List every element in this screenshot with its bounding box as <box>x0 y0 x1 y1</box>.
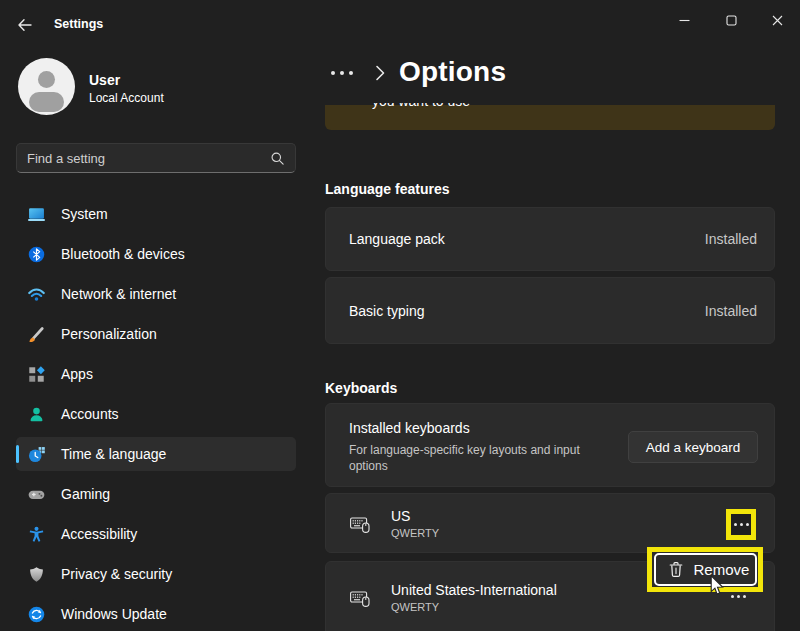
keyboard-name: United States-International <box>391 582 557 598</box>
avatar-body <box>29 92 64 112</box>
language-pack-status: Installed <box>705 231 757 247</box>
breadcrumb-chevron-icon <box>374 63 386 87</box>
keyboard-row-us[interactable]: US QWERTY <box>325 493 775 553</box>
search-icon <box>270 151 285 166</box>
sidebar-item-personalization[interactable]: Personalization <box>16 317 296 351</box>
avatar-head <box>38 71 55 88</box>
keyboard-icon <box>350 515 370 533</box>
back-arrow-icon <box>17 17 33 33</box>
brush-icon <box>28 326 45 343</box>
keyboard-name: US <box>391 508 410 524</box>
mouse-cursor <box>710 575 726 603</box>
section-language-features: Language features <box>325 181 449 197</box>
clipped-card[interactable]: you want to use <box>325 105 775 130</box>
gaming-icon <box>28 486 45 503</box>
section-keyboards: Keyboards <box>325 380 397 396</box>
shield-icon <box>28 566 45 583</box>
more-button-us-highlighted[interactable] <box>726 509 756 540</box>
keyboard-layout: QWERTY <box>391 527 439 539</box>
breadcrumb-ellipsis[interactable] <box>331 71 353 75</box>
time-language-icon <box>28 446 45 463</box>
back-button[interactable] <box>14 14 36 36</box>
basic-typing-row[interactable]: Basic typing Installed <box>325 277 775 344</box>
search-box[interactable] <box>16 143 296 173</box>
page-title: Options <box>399 56 506 88</box>
clipped-card-text-wrap: you want to use <box>372 103 470 109</box>
sidebar-item-accessibility[interactable]: Accessibility <box>16 517 296 551</box>
user-account-type: Local Account <box>89 91 164 105</box>
user-name: User <box>89 72 120 88</box>
accessibility-icon <box>28 526 45 543</box>
close-button[interactable] <box>762 10 792 30</box>
settings-window: Settings User Local Account System Bluet… <box>0 0 800 631</box>
accounts-icon <box>28 406 45 423</box>
add-keyboard-button[interactable]: Add a keyboard <box>628 431 758 463</box>
sidebar-nav: System Bluetooth & devices Network & int… <box>16 197 296 631</box>
system-icon <box>28 206 45 223</box>
installed-keyboards-row: Installed keyboards For language-specifi… <box>325 403 775 487</box>
bluetooth-icon <box>28 246 45 263</box>
wifi-icon <box>28 286 45 303</box>
window-title: Settings <box>54 17 103 31</box>
close-icon <box>772 15 783 26</box>
remove-menu-item[interactable]: Remove <box>654 553 757 586</box>
more-icon <box>734 523 749 526</box>
sidebar-item-network-internet[interactable]: Network & internet <box>16 277 296 311</box>
sidebar-item-windows-update[interactable]: Windows Update <box>16 597 296 631</box>
sidebar-item-time-language[interactable]: Time & language <box>16 437 296 471</box>
more-button-us-international[interactable] <box>731 595 746 598</box>
avatar[interactable] <box>18 58 75 115</box>
trash-icon <box>668 561 684 578</box>
minimize-button[interactable] <box>669 10 699 30</box>
maximize-icon <box>726 15 737 26</box>
basic-typing-status: Installed <box>705 303 757 319</box>
sidebar-item-accounts[interactable]: Accounts <box>16 397 296 431</box>
sidebar-item-apps[interactable]: Apps <box>16 357 296 391</box>
windows-update-icon <box>28 606 45 623</box>
keyboard-layout: QWERTY <box>391 601 439 613</box>
minimize-icon <box>679 15 690 26</box>
maximize-button[interactable] <box>716 10 746 30</box>
apps-icon <box>28 366 45 383</box>
sidebar-item-privacy-security[interactable]: Privacy & security <box>16 557 296 591</box>
language-pack-row[interactable]: Language pack Installed <box>325 207 775 271</box>
sidebar-item-bluetooth-devices[interactable]: Bluetooth & devices <box>16 237 296 271</box>
sidebar-item-gaming[interactable]: Gaming <box>16 477 296 511</box>
sidebar-item-system[interactable]: System <box>16 197 296 231</box>
keyboard-icon <box>350 589 370 607</box>
remove-menu-highlighted: Remove <box>647 547 763 592</box>
search-input[interactable] <box>27 151 270 166</box>
